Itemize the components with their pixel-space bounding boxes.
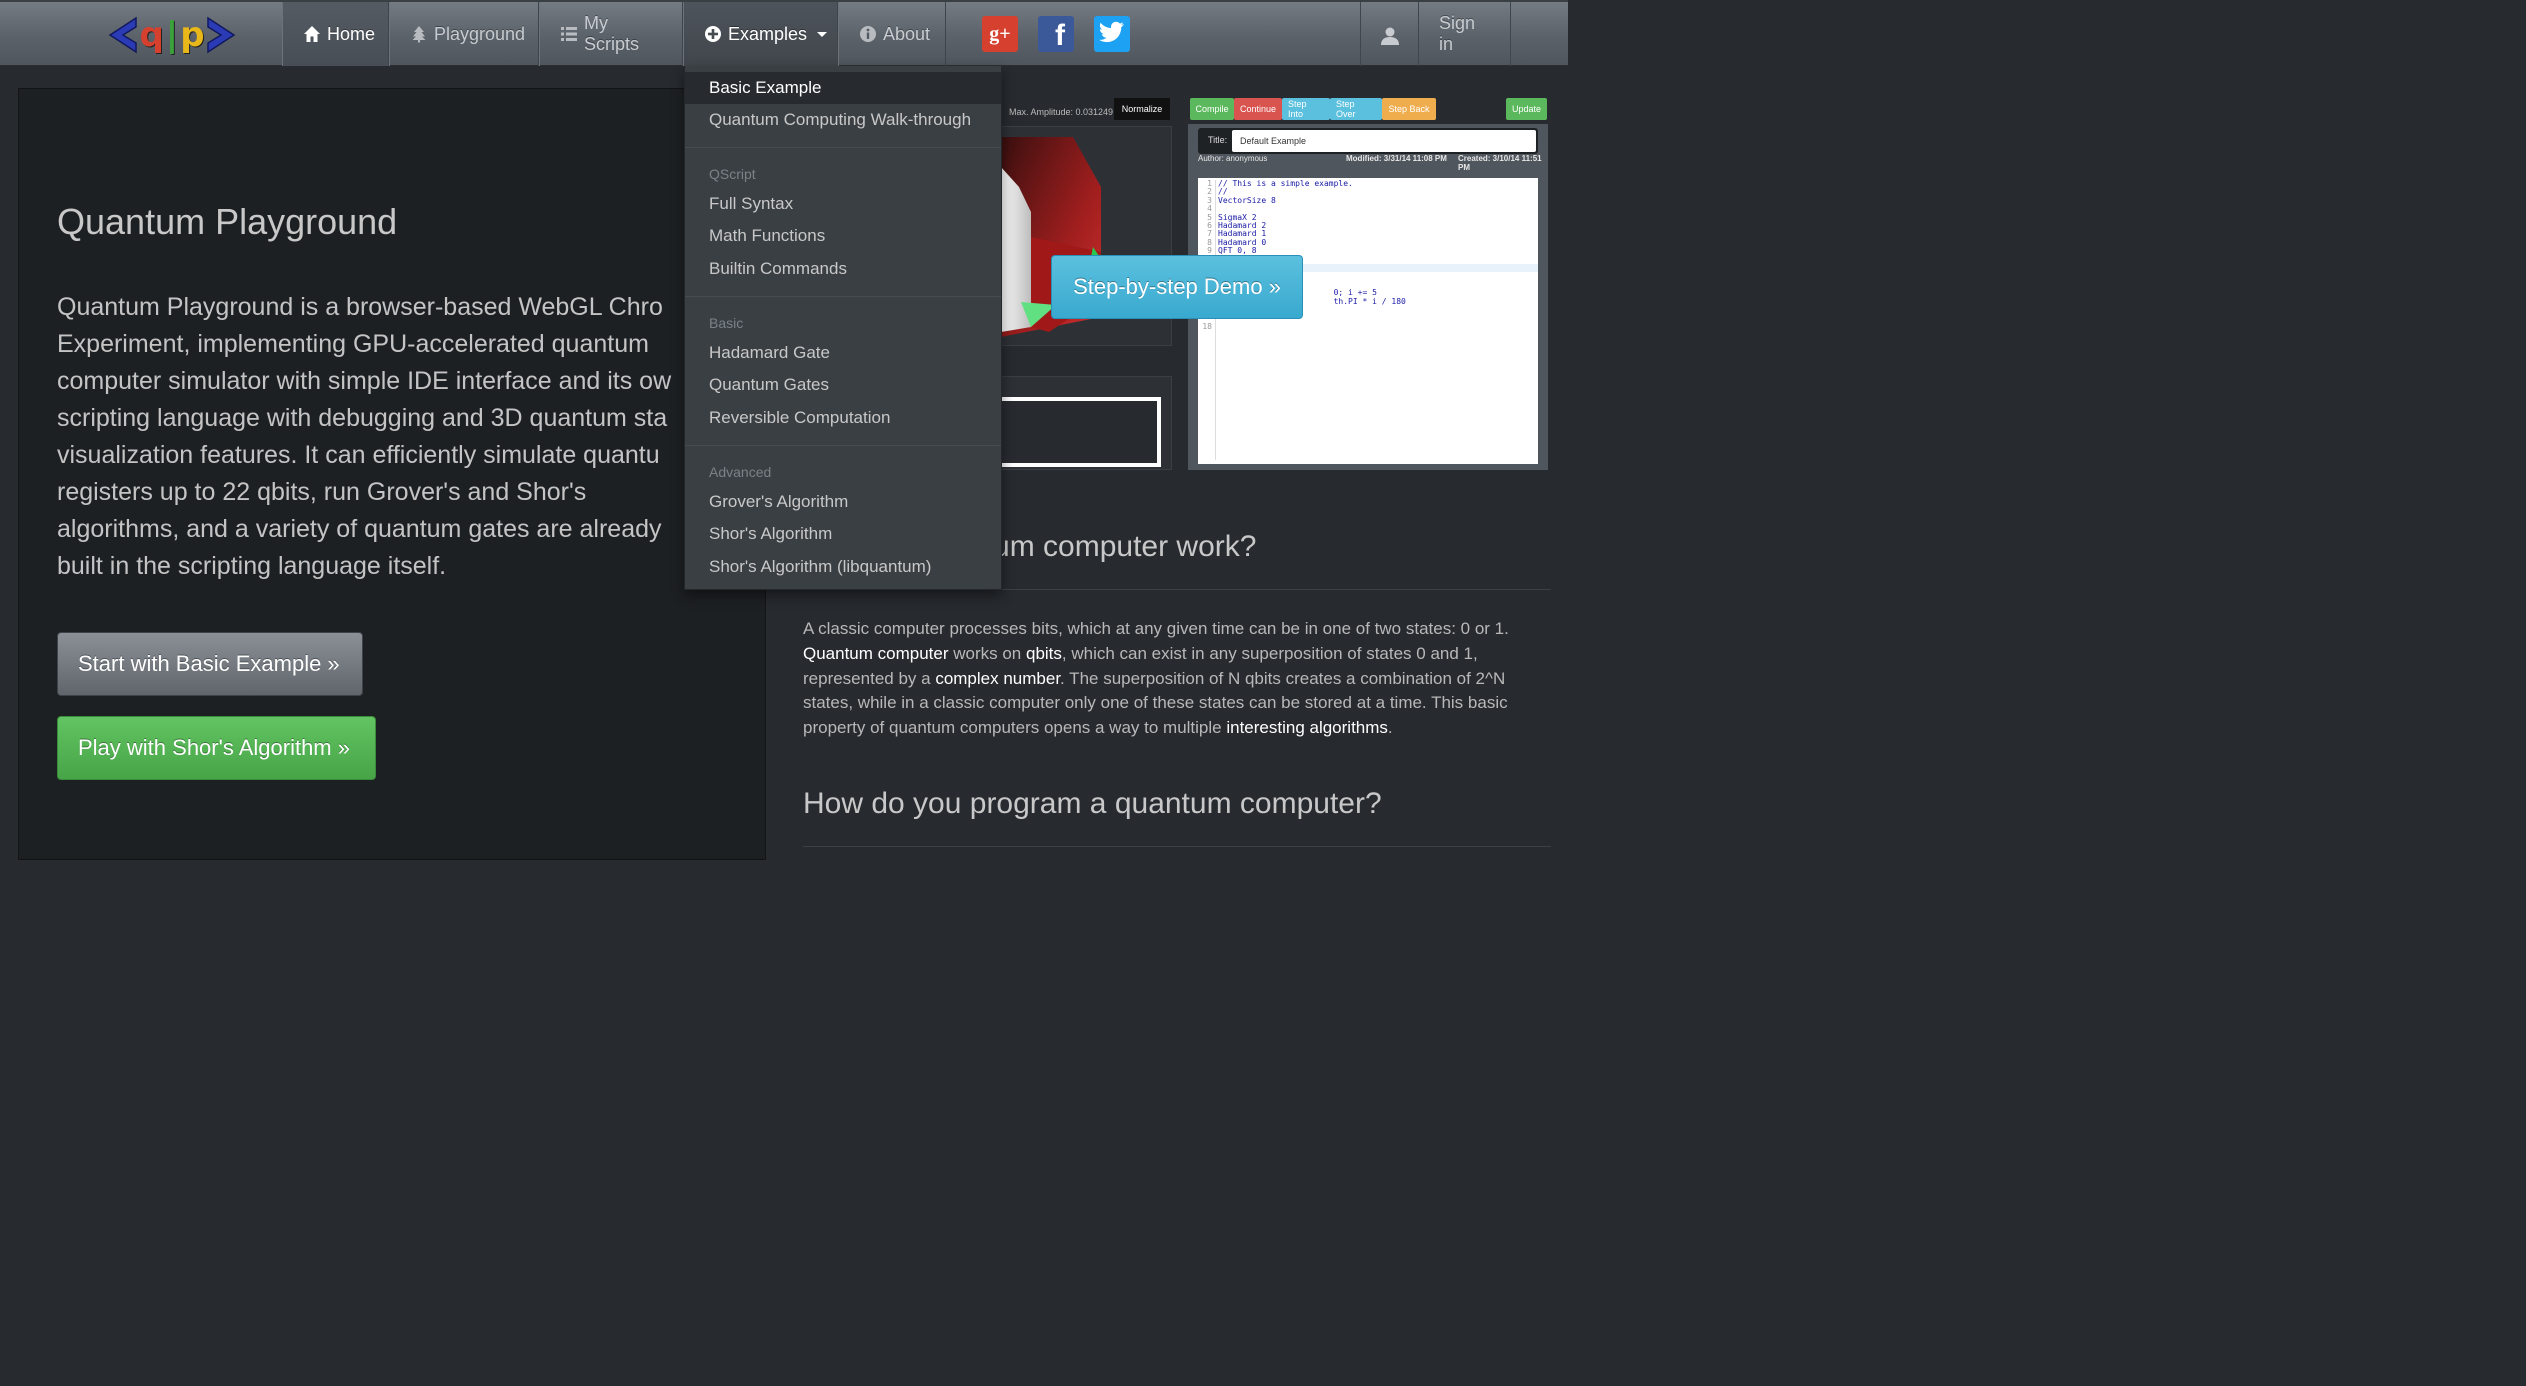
qbits-link[interactable]: qbits <box>1026 644 1062 663</box>
plus-circle-icon <box>704 25 722 43</box>
play-shor-algorithm-button[interactable]: Play with Shor's Algorithm » <box>57 716 376 780</box>
quantum-computer-link[interactable]: Quantum computer <box>803 644 949 663</box>
nav-home[interactable]: Home <box>282 2 389 66</box>
top-navbar: q | p Home Playground My Scripts Example… <box>0 0 1568 66</box>
menu-item-quantum-gates[interactable]: Quantum Gates <box>685 369 1001 401</box>
menu-item-hadamard-gate[interactable]: Hadamard Gate <box>685 337 1001 369</box>
nav-about[interactable]: About <box>838 2 946 66</box>
section-heading-how-program: How do you program a quantum computer? <box>803 787 1382 820</box>
facebook-button[interactable]: f <box>1038 16 1074 52</box>
menu-item-math-functions[interactable]: Math Functions <box>685 220 1001 252</box>
created-text: Created: 3/10/14 11:51 PM <box>1458 154 1542 172</box>
modified-text: Modified: 3/31/14 11:08 PM <box>1346 154 1447 163</box>
section-heading-how-works: ntum computer work? <box>968 530 1257 563</box>
script-title-input[interactable]: Default Example <box>1232 130 1536 152</box>
update-button[interactable]: Update <box>1506 98 1547 120</box>
continue-button[interactable]: Continue <box>1234 98 1282 120</box>
visualizer-toolbar: Max. Amplitude: 0.031249 Normalize <box>1000 96 1170 122</box>
intro-line: computer simulator with simple IDE inter… <box>57 367 672 395</box>
script-title-bar: Title: Default Example <box>1198 128 1538 154</box>
menu-item-shor-libquantum[interactable]: Shor's Algorithm (libquantum) <box>685 551 1001 583</box>
tree-icon <box>410 25 428 43</box>
menu-item-walkthrough[interactable]: Quantum Computing Walk-through <box>685 104 1001 136</box>
nav-playground[interactable]: Playground <box>389 2 539 66</box>
step-over-button[interactable]: Step Over <box>1330 98 1382 120</box>
logo-p: p <box>180 15 205 55</box>
nav-my-scripts[interactable]: My Scripts <box>539 2 683 66</box>
section-paragraph: A classic computer processes bits, which… <box>803 617 1551 741</box>
intro-paragraph: Quantum Playground is a browser-based We… <box>57 289 717 585</box>
google-plus-button[interactable]: g+ <box>982 16 1018 52</box>
menu-header-advanced: Advanced <box>709 464 772 480</box>
code-editor[interactable]: 1 2 3 4 5 6 7 8 9 18 // This is a simple… <box>1198 178 1538 464</box>
text-part: works on <box>948 643 1026 663</box>
menu-header-basic: Basic <box>709 315 744 331</box>
intro-line: registers up to 22 qbits, run Grover's a… <box>57 478 587 506</box>
intro-line: Experiment, implementing GPU-accelerated… <box>57 330 649 358</box>
intro-line: algorithms, and a variety of quantum gat… <box>57 515 662 543</box>
menu-item-builtin-commands[interactable]: Builtin Commands <box>685 253 1001 285</box>
nav-examples-dropdown[interactable]: Examples <box>683 2 838 66</box>
twitter-bird-icon <box>1099 21 1125 48</box>
menu-divider <box>685 147 1001 148</box>
title-label: Title: <box>1208 135 1228 145</box>
menu-item-grover[interactable]: Grover's Algorithm <box>685 486 1001 518</box>
sign-in-label: Sign in <box>1439 13 1476 54</box>
text-part: A classic computer processes bits, which… <box>803 619 1509 638</box>
nav-about-label: About <box>883 23 931 44</box>
plot-area <box>1001 397 1161 467</box>
step-back-button[interactable]: Step Back <box>1382 98 1436 120</box>
ide-update-toolbar: Update <box>1506 98 1547 120</box>
sign-in-link[interactable]: Sign in <box>1419 2 1511 66</box>
page-title: Quantum Playground <box>57 201 398 242</box>
step-by-step-demo-button[interactable]: Step-by-step Demo » <box>1051 255 1303 319</box>
qp-logo[interactable]: q | p <box>106 14 238 56</box>
text-part: . <box>1387 718 1393 738</box>
normalize-button[interactable]: Normalize <box>1114 98 1170 120</box>
facebook-icon: f <box>1055 19 1065 52</box>
start-basic-example-button[interactable]: Start with Basic Example » <box>57 632 363 696</box>
intro-jumbotron: Quantum Playground Quantum Playground is… <box>18 88 766 860</box>
menu-item-full-syntax[interactable]: Full Syntax <box>685 188 1001 220</box>
logo-bar: | <box>165 15 179 55</box>
intro-line: scripting language with debugging and 3D… <box>57 404 668 432</box>
home-icon <box>303 25 321 43</box>
intro-line: visualization features. It can efficient… <box>57 441 660 469</box>
max-amplitude-readout: Max. Amplitude: 0.031249 <box>1009 107 1114 117</box>
menu-item-shor[interactable]: Shor's Algorithm <box>685 518 1001 550</box>
nav-divider <box>1360 2 1361 66</box>
menu-divider <box>685 296 1001 297</box>
nav-divider <box>1510 2 1511 66</box>
line-number-gutter: 1 2 3 4 5 6 7 8 9 18 <box>1198 179 1216 460</box>
step-into-button[interactable]: Step Into <box>1282 98 1330 120</box>
intro-line: Quantum Playground is a browser-based We… <box>57 293 663 321</box>
list-icon <box>560 25 578 43</box>
intro-line: built in the scripting language itself. <box>57 552 447 580</box>
ide-debug-toolbar: Compile Continue Step Into Step Over Ste… <box>1190 98 1436 120</box>
examples-dropdown-menu: Basic Example Quantum Computing Walk-thr… <box>684 66 1002 590</box>
nav-examples-label: Examples <box>728 23 808 44</box>
complex-number-link[interactable]: complex number <box>935 669 1060 688</box>
caret-down-icon <box>817 31 828 37</box>
probability-plot <box>1000 376 1172 470</box>
nav-my-scripts-label: My Scripts <box>584 13 640 54</box>
nav-playground-label: Playground <box>434 23 526 44</box>
menu-item-reversible-computation[interactable]: Reversible Computation <box>685 402 1001 434</box>
menu-header-qscript: QScript <box>709 166 756 182</box>
twitter-button[interactable] <box>1094 16 1130 52</box>
logo-q: q <box>139 15 164 55</box>
nav-home-label: Home <box>327 23 376 44</box>
google-plus-icon: g+ <box>989 22 1011 45</box>
compile-button[interactable]: Compile <box>1190 98 1234 120</box>
user-icon[interactable] <box>1380 26 1400 51</box>
menu-item-basic-example[interactable]: Basic Example <box>685 72 1001 104</box>
author-text: Author: anonymous <box>1198 154 1268 163</box>
section-divider <box>803 846 1551 847</box>
info-icon <box>859 25 877 43</box>
menu-divider <box>685 445 1001 446</box>
interesting-algorithms-link[interactable]: interesting algorithms <box>1226 718 1388 737</box>
